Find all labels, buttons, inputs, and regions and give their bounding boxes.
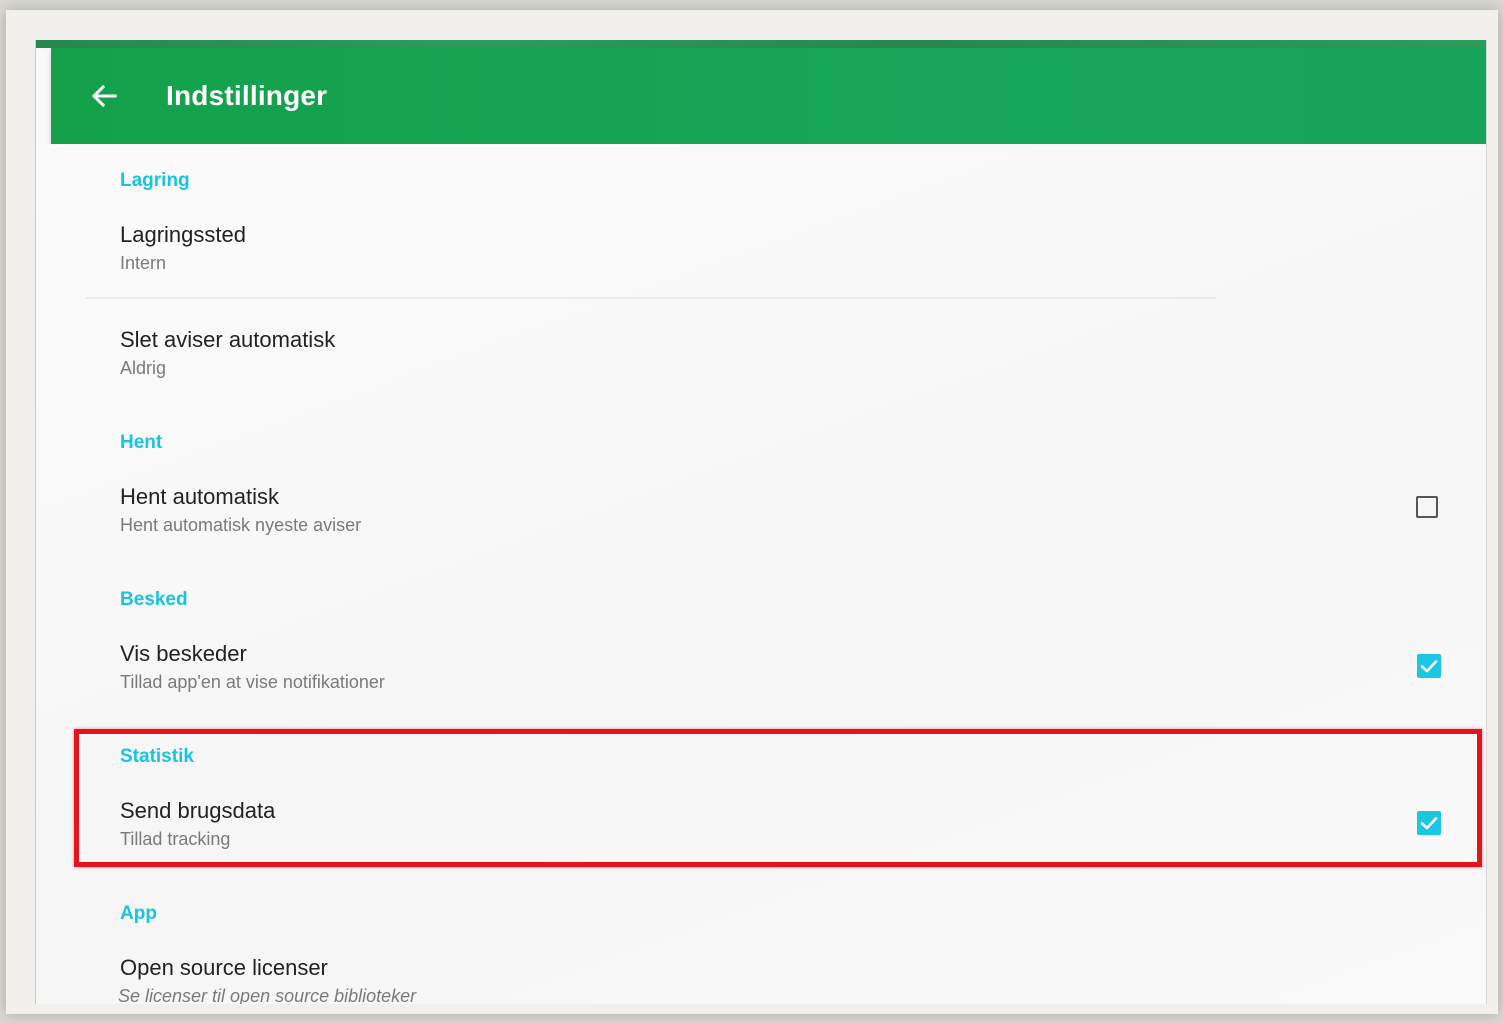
check-icon	[1420, 817, 1438, 830]
arrow-left-icon[interactable]	[91, 84, 117, 108]
section-header-hent: Hent	[120, 432, 163, 453]
preferences-list: Lagring Lagringssted Intern Slet aviser …	[36, 144, 1486, 1004]
status-bar	[36, 40, 1486, 48]
pref-summary: Intern	[120, 253, 167, 273]
pref-item-hent-automatisk[interactable]: Hent automatisk Hent automatisk nyeste a…	[36, 466, 1486, 560]
section-header-besked: Besked	[120, 589, 188, 610]
pref-item-open-source-licenser[interactable]: Open source licenser Se licenser til ope…	[36, 937, 1486, 1004]
settings-screen: Indstillinger Lagring Lagringssted Inter…	[36, 40, 1486, 1004]
pref-item-lagringssted[interactable]: Lagringssted Intern	[36, 204, 1486, 298]
hent-automatisk-checkbox[interactable]	[1416, 496, 1438, 518]
pref-title: Send brugsdata	[120, 798, 276, 823]
pref-title: Vis beskeder	[120, 641, 247, 666]
divider	[86, 297, 1216, 299]
pref-summary: Tillad tracking	[120, 829, 231, 849]
check-icon	[1420, 660, 1438, 673]
pref-summary: Aldrig	[120, 358, 167, 378]
app-bar: Indstillinger	[51, 48, 1486, 144]
pref-summary: Se licenser til open source biblioteker	[118, 986, 417, 1004]
pref-item-slet-aviser[interactable]: Slet aviser automatisk Aldrig	[36, 309, 1486, 403]
pref-title: Hent automatisk	[120, 484, 279, 509]
section-header-statistik: Statistik	[120, 746, 194, 767]
pref-item-vis-beskeder[interactable]: Vis beskeder Tillad app'en at vise notif…	[36, 623, 1486, 717]
page-title: Indstillinger	[166, 80, 328, 111]
pref-item-send-brugsdata[interactable]: Send brugsdata Tillad tracking	[36, 780, 1486, 874]
vis-beskeder-checkbox[interactable]	[1417, 654, 1441, 678]
section-header-lagring: Lagring	[120, 170, 190, 191]
section-header-app: App	[120, 903, 157, 924]
pref-summary: Hent automatisk nyeste aviser	[120, 515, 362, 535]
pref-title: Open source licenser	[120, 955, 328, 980]
pref-summary: Tillad app'en at vise notifikationer	[120, 672, 385, 692]
pref-title: Slet aviser automatisk	[120, 327, 336, 352]
pref-title: Lagringssted	[120, 222, 246, 247]
send-brugsdata-checkbox[interactable]	[1417, 811, 1441, 835]
